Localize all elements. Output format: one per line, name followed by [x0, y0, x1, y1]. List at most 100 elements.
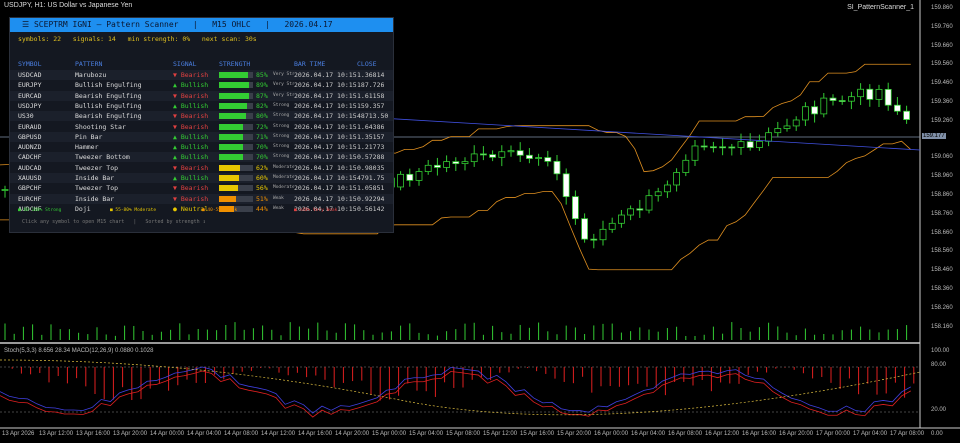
time-axis-label: 14 Apr 16:00 — [298, 431, 333, 437]
table-row[interactable]: EURJPY Bullish Engulfing ▲ Bullish 89% V… — [10, 80, 393, 91]
table-row[interactable]: USDJPY Bullish Engulfing ▲ Bullish 82% S… — [10, 100, 393, 111]
bar-time: 2026.04.17 10:15 — [294, 152, 357, 163]
time-axis-label: 14 Apr 12:00 — [261, 431, 296, 437]
candle-body — [599, 228, 607, 241]
candle-body — [608, 222, 616, 230]
header-signal: SIGNAL — [173, 60, 197, 68]
pattern-name: Bullish Engulfing — [75, 81, 142, 90]
candle-body — [406, 173, 414, 181]
strength-bar — [219, 195, 253, 202]
symbol-link[interactable]: EURCAD — [18, 91, 41, 101]
time-axis-label: 15 Apr 00:00 — [372, 431, 407, 437]
price-axis-label: 159.060 — [931, 154, 953, 161]
time-axis-label: 16 Apr 16:00 — [742, 431, 777, 437]
price-axis-label: 158.560 — [931, 248, 953, 255]
bar-time: 2026.04.17 10:15 — [294, 90, 357, 101]
table-row[interactable]: EURAUD Shooting Star ▼ Bearish 72% Stron… — [10, 121, 393, 132]
symbol-link[interactable]: XAUUSD — [18, 173, 41, 183]
signal-badge: ▼ Bearish — [173, 91, 209, 100]
strength-label: Strong — [273, 133, 290, 139]
symbol-link[interactable]: AUDCAD — [18, 163, 41, 173]
candle-body — [415, 171, 423, 181]
symbol-link[interactable]: USDJPY — [18, 101, 41, 111]
scanner-stats: symbols: 22 signals: 14 min strength: 0%… — [18, 35, 257, 43]
table-row[interactable]: US30 Bearish Engulfing ▼ Bearish 80% Str… — [10, 111, 393, 122]
symbol-link[interactable]: EURJPY — [18, 80, 41, 90]
pattern-name: Bearish Engulfing — [75, 112, 142, 121]
time-axis-label: 15 Apr 04:00 — [409, 431, 444, 437]
time-axis-label: 14 Apr 08:00 — [224, 431, 259, 437]
price-axis-label: 159.260 — [931, 117, 953, 124]
candle-body — [838, 100, 846, 102]
symbol-link[interactable]: EURAUD — [18, 122, 41, 132]
candle-body — [774, 128, 782, 134]
strength-bar — [219, 185, 253, 192]
time-axis-label: 15 Apr 20:00 — [557, 431, 592, 437]
candle-body — [645, 195, 653, 211]
candle-body — [746, 141, 754, 148]
candle-body — [894, 104, 901, 112]
strength-label: Strong — [273, 102, 290, 108]
strength-bar — [219, 164, 253, 171]
symbol-link[interactable]: EURCHF — [18, 194, 41, 204]
close-price: 4791.75 — [357, 174, 385, 182]
candle-body — [470, 153, 478, 163]
table-row[interactable]: USDCAD Marubozu ▼ Bearish 85% Very Stron… — [10, 70, 393, 80]
table-row[interactable]: XAUUSD Inside Bar ▲ Bullish 60% Moderate… — [10, 173, 393, 183]
table-row[interactable]: CADCHF Tweezer Bottom ▲ Bullish 70% Stro… — [10, 152, 393, 163]
price-axis-label: 159.860 — [931, 5, 953, 11]
oscillator-axis-label: 20.00 — [931, 407, 947, 413]
table-row[interactable]: EURCAD Bearish Engulfing ▼ Bearish 87% V… — [10, 90, 393, 101]
table-row[interactable]: AUDNZD Hammer ▲ Bullish 70% Strong 2026.… — [10, 142, 393, 153]
stoch-signal-line — [0, 370, 911, 418]
symbol-link[interactable]: GBPCHF — [18, 183, 41, 193]
symbol-link[interactable]: US30 — [18, 111, 34, 121]
price-axis-label: 158.160 — [931, 323, 953, 330]
scanner-title[interactable]: ☰ SCEPTRM IGNI — Pattern Scanner | M15 O… — [10, 18, 393, 32]
table-row[interactable]: GBPUSD Pin Bar ▲ Bullish 71% Strong 2026… — [10, 131, 393, 142]
candle-body — [783, 125, 791, 129]
time-axis-label: 13 Apr 16:00 — [76, 431, 111, 437]
pattern-name: Tweezer Top — [75, 163, 119, 172]
bar-time: 2026.04.17 10:15 — [294, 173, 357, 183]
time-axis-label: 15 Apr 12:00 — [483, 431, 518, 437]
strength-label: Moderate — [273, 185, 295, 191]
price-axis-label: 159.760 — [931, 23, 953, 30]
strength-bar — [219, 82, 253, 89]
strength-bar — [219, 175, 253, 181]
signal-badge: ▲ Bullish — [173, 174, 209, 182]
moving-average-line — [379, 117, 921, 151]
table-row[interactable]: EURCHF Inside Bar ▼ Bearish 51% Weak 202… — [10, 193, 393, 204]
close-price: 1.61158 — [357, 91, 385, 100]
symbol-link[interactable]: USDCAD — [18, 70, 41, 80]
candle-body — [424, 164, 432, 172]
time-axis-label: 15 Apr 16:00 — [520, 431, 555, 437]
close-price: 1.64386 — [357, 122, 385, 131]
candle-body — [627, 208, 634, 216]
close-price: 1.21773 — [357, 143, 385, 152]
symbol-link[interactable]: CADCHF — [18, 152, 41, 162]
candle-body — [516, 150, 524, 156]
candle-body — [848, 96, 855, 102]
table-row[interactable]: GBPCHF Tweezer Top ▼ Bearish 56% Moderat… — [10, 183, 393, 194]
header-bar-time: BAR TIME — [294, 60, 326, 68]
candle-body — [765, 132, 772, 142]
header-symbol: SYMBOL — [18, 60, 42, 68]
pattern-name: Shooting Star — [75, 122, 126, 131]
time-axis-label: 14 Apr 04:00 — [187, 431, 222, 437]
bar-time: 2026.04.17 10:15 — [294, 162, 357, 173]
candle-body — [443, 161, 451, 168]
header-pattern: PATTERN — [75, 60, 103, 68]
signal-badge: ▲ Bullish — [173, 153, 209, 162]
symbol-link[interactable]: AUDNZD — [18, 142, 41, 152]
close-price: 0.56142 — [357, 204, 385, 213]
price-axis-label: 158.960 — [931, 173, 953, 180]
candle-body — [397, 173, 405, 188]
symbol-link[interactable]: GBPUSD — [18, 132, 41, 142]
candle-body — [884, 88, 892, 106]
candle-body — [544, 157, 552, 162]
strength-percent: 71% — [256, 132, 268, 141]
strength-bar — [219, 92, 253, 99]
signal-badge: ▼ Bearish — [173, 194, 209, 203]
table-row[interactable]: AUDCAD Tweezer Top ▼ Bearish 62% Moderat… — [10, 162, 393, 173]
